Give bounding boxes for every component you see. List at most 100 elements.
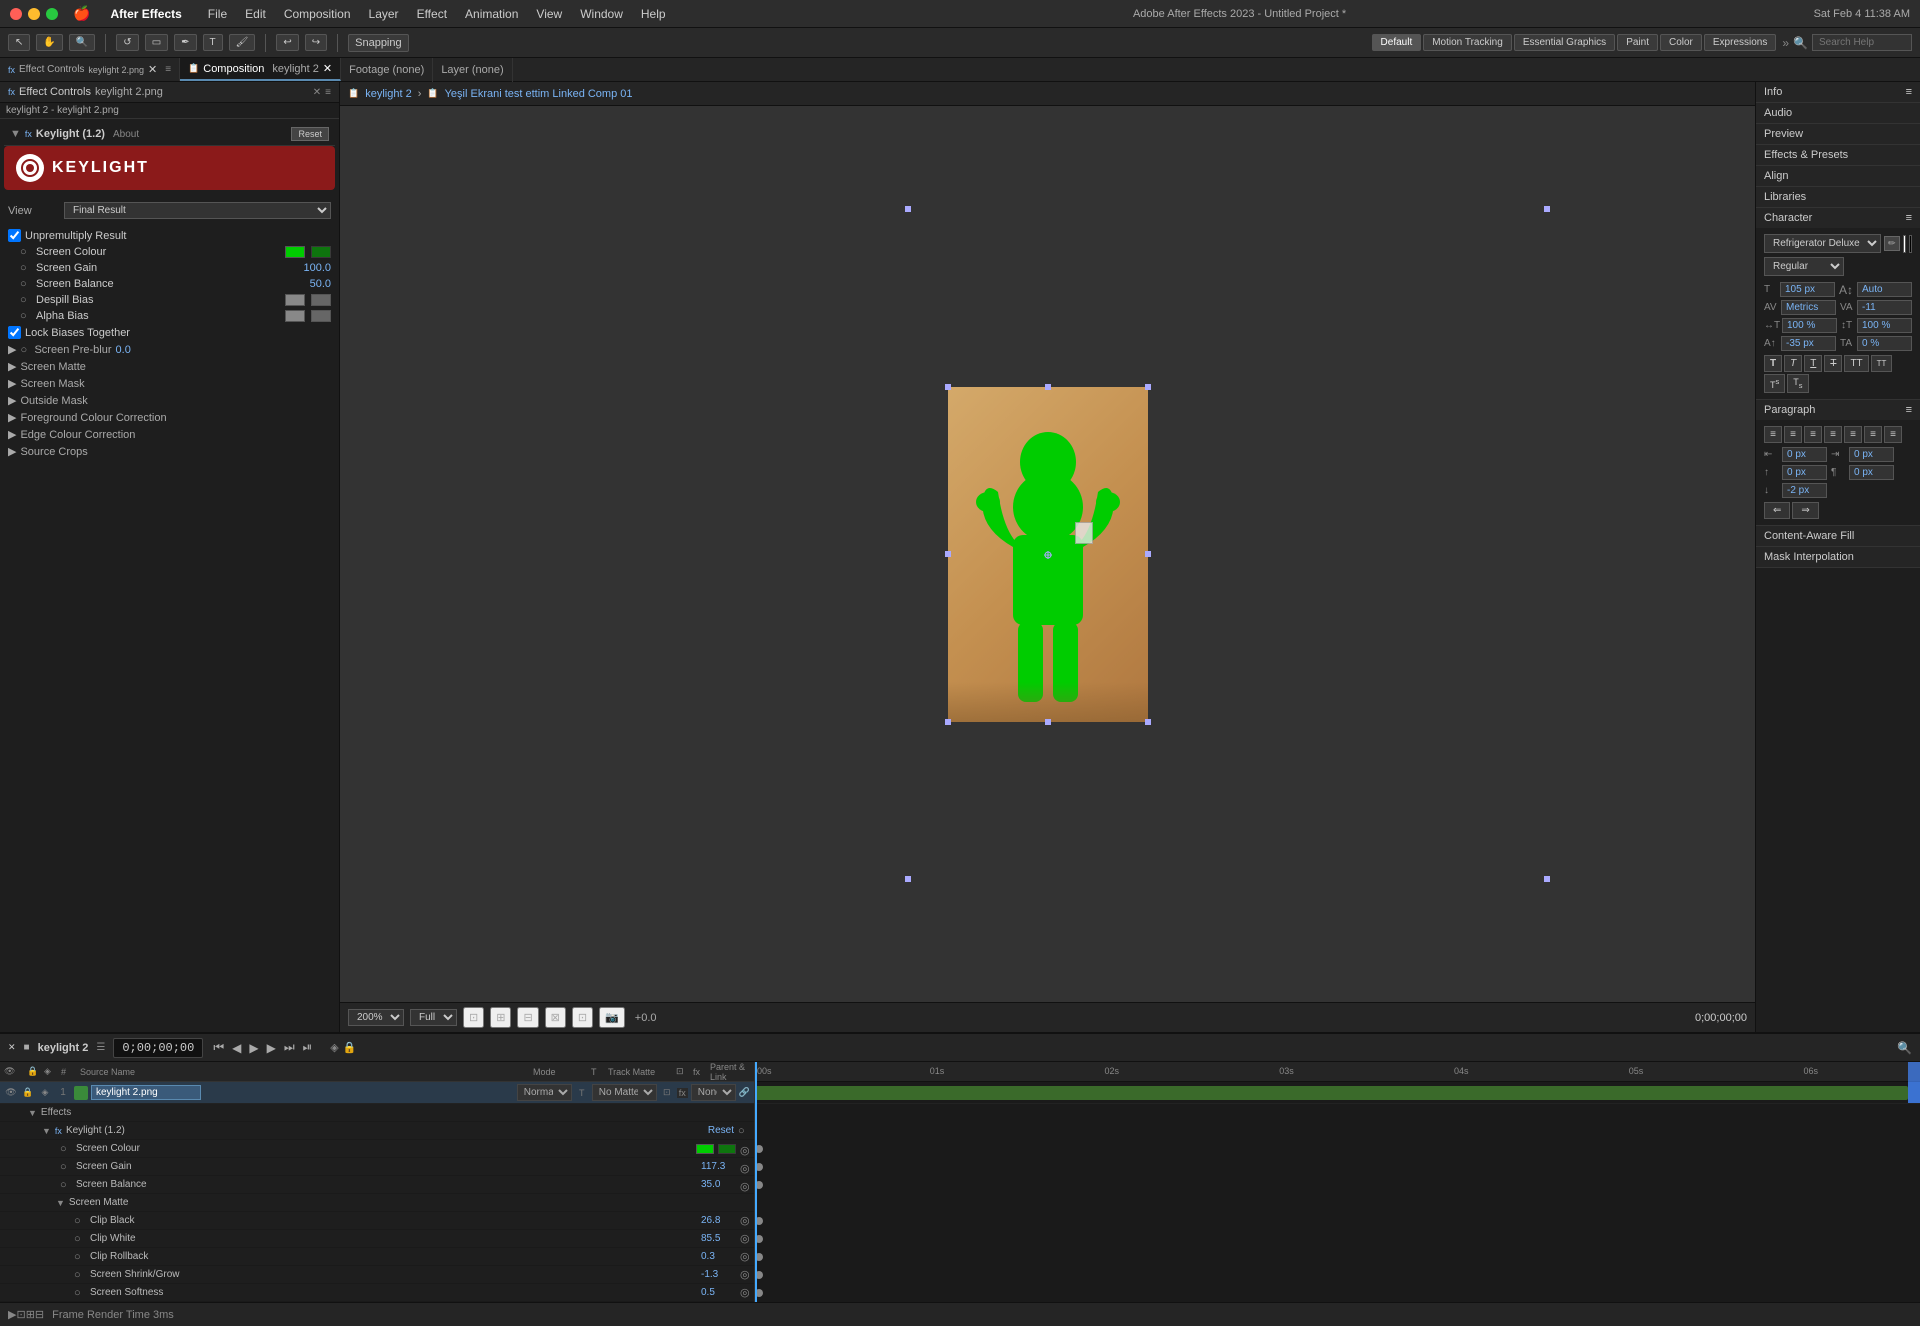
se-ssg-circle[interactable]: ○	[74, 1269, 86, 1281]
rulers-btn[interactable]: ⊠	[545, 1007, 566, 1028]
menu-window[interactable]: Window	[580, 7, 623, 21]
space-before-input[interactable]	[1782, 465, 1827, 480]
menu-view[interactable]: View	[536, 7, 562, 21]
snapping-toggle[interactable]: Snapping	[348, 34, 409, 52]
layer1-parent-select[interactable]: None	[691, 1084, 736, 1101]
lock-biases-checkbox[interactable]	[8, 326, 21, 339]
audio-header[interactable]: Audio	[1756, 103, 1920, 123]
comp-nav-link[interactable]: keylight 2	[365, 88, 411, 100]
screen-balance-circle[interactable]: ○	[20, 278, 30, 290]
text-tool[interactable]: T	[203, 34, 223, 51]
handle-bl[interactable]	[945, 719, 951, 725]
italic-btn[interactable]: T	[1784, 355, 1802, 372]
zoom-tool[interactable]: 🔍	[69, 34, 95, 51]
screen-gain-value[interactable]: 100.0	[291, 262, 331, 274]
keylight-twirl[interactable]: ▼	[10, 128, 21, 140]
tab-composition[interactable]: 📋 Composition keylight 2 ✕	[180, 58, 341, 81]
status-icon-3[interactable]: ⊞	[26, 1308, 35, 1321]
handle-tm[interactable]	[1045, 384, 1051, 390]
hand-tool[interactable]: ✋	[36, 34, 62, 51]
indent-first-input[interactable]	[1849, 465, 1894, 480]
se-screen-gain-value[interactable]: 117.3	[701, 1161, 736, 1172]
superscript-btn[interactable]: Ts	[1764, 374, 1785, 393]
handle-mr[interactable]	[1145, 551, 1151, 557]
content-aware-fill-header[interactable]: Content-Aware Fill	[1756, 526, 1920, 546]
se-screen-colour-swatch[interactable]	[696, 1144, 714, 1154]
justify-left-btn[interactable]: ≡	[1824, 426, 1842, 443]
go-to-start-btn[interactable]: ⏮	[211, 1038, 226, 1057]
rtl-btn[interactable]: ⇐	[1764, 502, 1790, 519]
layer1-mode-select[interactable]: Normal	[517, 1084, 572, 1101]
menu-layer[interactable]: Layer	[369, 7, 399, 21]
anchor-point[interactable]	[1044, 550, 1052, 558]
align-left-btn[interactable]: ≡	[1764, 426, 1782, 443]
keylight-reset-button[interactable]: Reset	[291, 127, 329, 141]
font-style-select[interactable]: Regular	[1764, 257, 1844, 276]
menu-composition[interactable]: Composition	[284, 7, 351, 21]
screen-preblur-section[interactable]: ▶ ○ Screen Pre-blur 0.0	[4, 341, 335, 358]
kerning-input[interactable]	[1781, 300, 1836, 315]
space-after-input[interactable]	[1782, 483, 1827, 498]
status-icon-4[interactable]: ⊟	[35, 1308, 44, 1321]
screen-balance-value[interactable]: 50.0	[291, 278, 331, 290]
redo-btn[interactable]: ↪	[305, 34, 327, 51]
tab-effect-controls[interactable]: fx Effect Controls keylight 2.png ✕ ≡	[0, 58, 180, 81]
timeline-timecode[interactable]: 0;00;00;00	[122, 1041, 194, 1055]
justify-right-btn[interactable]: ≡	[1864, 426, 1882, 443]
menu-animation[interactable]: Animation	[465, 7, 518, 21]
timeline-close[interactable]: ✕	[8, 1042, 16, 1053]
fg-colour-section[interactable]: ▶ Foreground Colour Correction	[4, 409, 335, 426]
outside-mask-section[interactable]: ▶ Outside Mask	[4, 392, 335, 409]
timeline-playhead[interactable]	[755, 1062, 757, 1302]
preview-header[interactable]: Preview	[1756, 124, 1920, 144]
timeline-menu-icon[interactable]: ☰	[96, 1042, 105, 1053]
layer1-t-switch[interactable]: T	[575, 1086, 589, 1100]
screen-colour-swatch2[interactable]	[311, 246, 331, 258]
layer1-solo-btn[interactable]: ◈	[38, 1086, 52, 1100]
step-forward-btn[interactable]: ▶	[265, 1039, 278, 1057]
step-back-btn[interactable]: ◀	[230, 1039, 243, 1057]
underline-btn[interactable]: T	[1804, 355, 1822, 372]
paragraph-header[interactable]: Paragraph ≡	[1756, 400, 1920, 420]
se-screen-balance-value[interactable]: 35.0	[701, 1179, 736, 1190]
indent-right-input[interactable]	[1849, 447, 1894, 462]
keylight-twirl-tl[interactable]: ▼	[42, 1126, 51, 1136]
leading-input[interactable]	[1857, 282, 1912, 297]
ltr-btn[interactable]: ⇒	[1792, 502, 1818, 519]
rect-tool[interactable]: ▭	[145, 34, 168, 51]
outer-handle-br[interactable]	[1544, 876, 1550, 882]
justify-center-btn[interactable]: ≡	[1844, 426, 1862, 443]
se-clip-white-value[interactable]: 85.5	[701, 1233, 736, 1244]
se-ss-keyframe[interactable]: ◎	[740, 1286, 750, 1299]
se-cb-keyframe[interactable]: ◎	[740, 1214, 750, 1227]
fit-frame-btn[interactable]: ⊡	[463, 1007, 484, 1028]
menu-help[interactable]: Help	[641, 7, 666, 21]
se-screen-softness-value[interactable]: 0.5	[701, 1287, 736, 1298]
screen-matte-section[interactable]: ▶ Screen Matte	[4, 358, 335, 375]
strikethrough-btn[interactable]: T	[1824, 355, 1842, 372]
minimize-button[interactable]	[28, 8, 40, 20]
se-clip-rollback-value[interactable]: 0.3	[701, 1251, 736, 1262]
timeline-search-icon[interactable]: 🔍	[1897, 1041, 1912, 1055]
keylight-about[interactable]: About	[113, 129, 139, 140]
font-size-input[interactable]	[1780, 282, 1835, 297]
workspace-default[interactable]: Default	[1372, 34, 1422, 51]
se-sg-keyframe[interactable]: ◎	[740, 1162, 750, 1172]
3d-btn[interactable]: ⊡	[572, 1007, 593, 1028]
grid-btn[interactable]: ⊞	[490, 1007, 511, 1028]
paint-tool[interactable]: 🖌	[229, 34, 256, 51]
se-sc-circle[interactable]: ○	[60, 1143, 72, 1155]
align-right-btn[interactable]: ≡	[1804, 426, 1822, 443]
maximize-button[interactable]	[46, 8, 58, 20]
close-effect-controls[interactable]: ✕	[148, 63, 157, 76]
mask-interpolation-header[interactable]: Mask Interpolation	[1756, 547, 1920, 567]
screen-colour-swatch[interactable]	[285, 246, 305, 258]
workspace-color[interactable]: Color	[1660, 34, 1702, 51]
workspace-paint[interactable]: Paint	[1617, 34, 1658, 51]
search-icon[interactable]: 🔍	[1793, 36, 1808, 50]
se-screen-colour-swatch2[interactable]	[718, 1144, 736, 1154]
handle-tr[interactable]	[1145, 384, 1151, 390]
layer1-fx-label[interactable]: fx	[677, 1088, 688, 1098]
character-header[interactable]: Character ≡	[1756, 208, 1920, 228]
bold-btn[interactable]: T	[1764, 355, 1782, 372]
